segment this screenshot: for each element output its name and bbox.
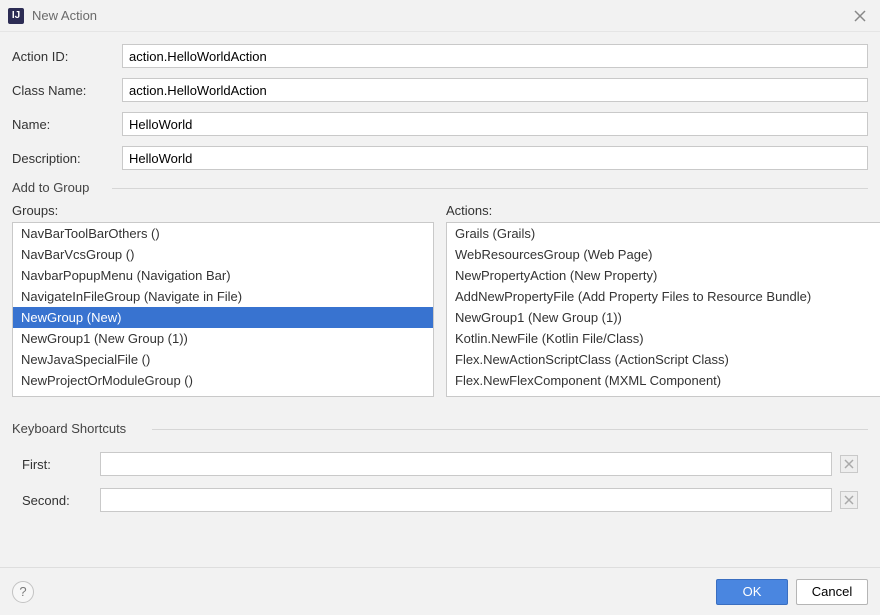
list-item[interactable]: Kotlin.NewFile (Kotlin File/Class) [447,328,880,349]
window-title: New Action [32,8,848,23]
list-item[interactable]: NavbarPopupMenu (Navigation Bar) [13,265,433,286]
actions-label: Actions: [446,203,880,218]
list-item[interactable]: NewGroup1 (New Group (1)) [13,328,433,349]
clear-second-shortcut-icon[interactable] [840,491,858,509]
groups-listbox[interactable]: NavBarToolBarOthers ()NavBarVcsGroup ()N… [12,222,434,397]
list-item[interactable]: NewGroup (New) [13,307,433,328]
list-item[interactable]: AddNewPropertyFile (Add Property Files t… [447,286,880,307]
list-item[interactable]: NewGroup1 (New Group (1)) [447,307,880,328]
action-id-label: Action ID: [12,49,122,64]
list-item[interactable]: NewJavaSpecialFile () [13,349,433,370]
action-id-input[interactable] [122,44,868,68]
list-item[interactable]: WebResourcesGroup (Web Page) [447,244,880,265]
second-shortcut-input[interactable] [100,488,832,512]
close-icon[interactable] [848,4,872,28]
list-item[interactable]: NewXml (XML) [13,391,433,397]
list-item[interactable]: Grails (Grails) [447,223,880,244]
second-shortcut-label: Second: [22,493,92,508]
list-item[interactable]: Groovy.NewClass (Groovy Class) [447,391,880,397]
first-shortcut-label: First: [22,457,92,472]
description-label: Description: [12,151,122,166]
list-item[interactable]: NewPropertyAction (New Property) [447,265,880,286]
name-label: Name: [12,117,122,132]
app-icon: IJ [8,8,24,24]
add-to-group-title: Add to Group [12,180,868,195]
dialog-footer: ? OK Cancel [0,567,880,615]
list-item[interactable]: NavBarToolBarOthers () [13,223,433,244]
groups-label: Groups: [12,203,434,218]
list-item[interactable]: NavBarVcsGroup () [13,244,433,265]
clear-first-shortcut-icon[interactable] [840,455,858,473]
title-bar: IJ New Action [0,0,880,32]
class-name-input[interactable] [122,78,868,102]
name-input[interactable] [122,112,868,136]
ok-button[interactable]: OK [716,579,788,605]
help-icon[interactable]: ? [12,581,34,603]
list-item[interactable]: Flex.NewFlexComponent (MXML Component) [447,370,880,391]
description-input[interactable] [122,146,868,170]
cancel-button[interactable]: Cancel [796,579,868,605]
first-shortcut-input[interactable] [100,452,832,476]
actions-listbox[interactable]: Grails (Grails)WebResourcesGroup (Web Pa… [446,222,880,397]
list-item[interactable]: Flex.NewActionScriptClass (ActionScript … [447,349,880,370]
list-item[interactable]: NavigateInFileGroup (Navigate in File) [13,286,433,307]
class-name-label: Class Name: [12,83,122,98]
list-item[interactable]: NewProjectOrModuleGroup () [13,370,433,391]
keyboard-shortcuts-title: Keyboard Shortcuts [12,421,868,436]
